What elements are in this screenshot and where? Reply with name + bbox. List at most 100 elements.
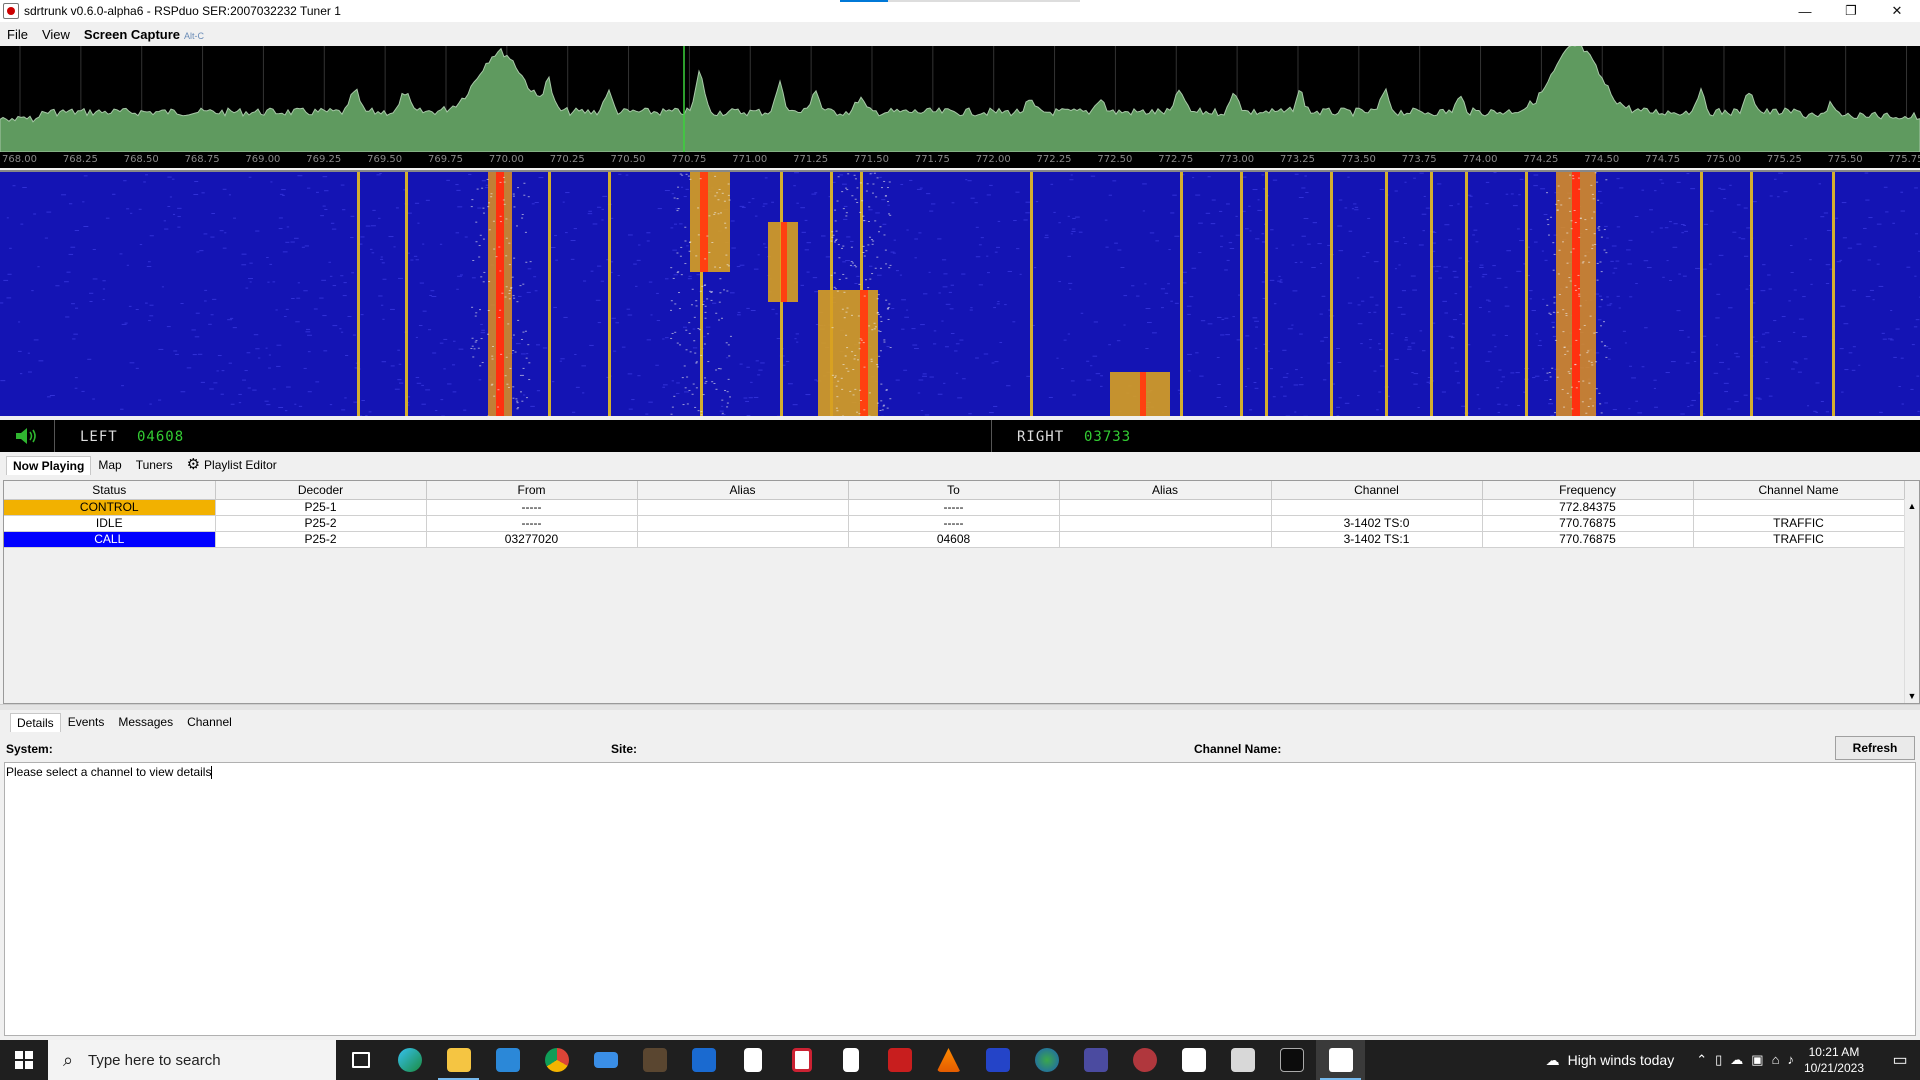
weather-text: High winds today bbox=[1567, 1052, 1675, 1068]
tab-details[interactable]: Details bbox=[10, 712, 61, 732]
volume-icon[interactable]: ♪ bbox=[1787, 1052, 1794, 1068]
audio-app-icon[interactable] bbox=[630, 1040, 679, 1080]
menu-view[interactable]: View bbox=[35, 27, 77, 42]
from-alias-cell bbox=[637, 499, 849, 516]
minimize-button[interactable]: — bbox=[1782, 0, 1828, 22]
clock[interactable]: 10:21 AM 10/21/2023 bbox=[1804, 1044, 1864, 1076]
table-row[interactable]: CONTROL P25-1 ----- ----- 772.84375 bbox=[4, 499, 1905, 516]
spectrum-display[interactable] bbox=[0, 46, 1920, 168]
tab-events[interactable]: Events bbox=[61, 712, 112, 732]
document-icon[interactable] bbox=[728, 1040, 777, 1080]
tab-map[interactable]: Map bbox=[91, 455, 128, 475]
frequency-tick-label: 770.75 bbox=[671, 154, 707, 165]
chrome-icon[interactable] bbox=[532, 1040, 581, 1080]
digital-decoder-icon[interactable] bbox=[973, 1040, 1022, 1080]
speaker-icon[interactable] bbox=[14, 427, 40, 445]
device-icon[interactable]: ▯ bbox=[1715, 1052, 1722, 1068]
audio-panel: LEFT 04608 RIGHT 03733 bbox=[0, 420, 1920, 452]
now-playing-table: Status Decoder From Alias To Alias Chann… bbox=[3, 480, 1920, 704]
tab-playlist-editor[interactable]: ⚙ Playlist Editor bbox=[180, 455, 284, 475]
waveform-app-icon[interactable] bbox=[1169, 1040, 1218, 1080]
radio-tower-icon[interactable] bbox=[777, 1040, 826, 1080]
split-pane-divider[interactable] bbox=[0, 704, 1920, 710]
table-row[interactable]: CALL P25-2 03277020 04608 3-1402 TS:1 77… bbox=[4, 531, 1905, 548]
details-text-area[interactable]: Please select a channel to view details bbox=[4, 762, 1916, 1036]
from-cell: ----- bbox=[426, 499, 638, 516]
channel-cell: 3-1402 TS:1 bbox=[1271, 531, 1483, 548]
antenna-app-icon[interactable] bbox=[1120, 1040, 1169, 1080]
menu-screen-capture[interactable]: Screen Capture Alt-C bbox=[77, 27, 211, 42]
start-button[interactable] bbox=[0, 1040, 48, 1080]
frequency-cell: 770.76875 bbox=[1482, 515, 1694, 532]
column-to-alias[interactable]: Alias bbox=[1059, 481, 1272, 500]
vlc-icon[interactable] bbox=[924, 1040, 973, 1080]
notepad-icon[interactable] bbox=[826, 1040, 875, 1080]
spectrum-plot bbox=[0, 46, 1920, 152]
scroll-down-icon[interactable]: ▼ bbox=[1905, 689, 1919, 703]
store-icon[interactable] bbox=[483, 1040, 532, 1080]
sdrtrunk-taskbar-icon[interactable] bbox=[1316, 1040, 1365, 1080]
notification-icon[interactable]: ▭ bbox=[1880, 1050, 1920, 1070]
frequency-tick-label: 770.00 bbox=[488, 154, 524, 165]
details-header: System: Site: Channel Name: Refresh bbox=[0, 736, 1920, 760]
column-from[interactable]: From bbox=[426, 481, 638, 500]
sdrtrunk-app-icon bbox=[3, 3, 19, 19]
tab-tuners[interactable]: Tuners bbox=[129, 455, 180, 475]
windows-taskbar: ⌕ Type here to search ☁ High winds today… bbox=[0, 1040, 1920, 1080]
waterfall-display[interactable] bbox=[0, 170, 1920, 416]
taskbar-search-box[interactable]: ⌕ Type here to search bbox=[48, 1040, 336, 1080]
frequency-tick-label: 770.25 bbox=[549, 154, 585, 165]
restore-button[interactable]: ❐ bbox=[1828, 0, 1874, 22]
spectrum-app-icon[interactable] bbox=[1071, 1040, 1120, 1080]
sdr-app-icon[interactable] bbox=[679, 1040, 728, 1080]
table-row[interactable]: IDLE P25-2 ----- ----- 3-1402 TS:0 770.7… bbox=[4, 515, 1905, 532]
system-tray: ☁ High winds today ⌃ ▯ ☁ ▣ ⌂ ♪ 10:21 AM … bbox=[1546, 1040, 1920, 1080]
frequency-tick-label: 772.50 bbox=[1097, 154, 1133, 165]
tab-messages[interactable]: Messages bbox=[111, 712, 180, 732]
menu-file[interactable]: File bbox=[0, 27, 35, 42]
frequency-tick-label: 771.00 bbox=[732, 154, 768, 165]
task-view-icon[interactable] bbox=[336, 1040, 385, 1080]
file-explorer-icon[interactable] bbox=[434, 1040, 483, 1080]
to-alias-cell bbox=[1059, 499, 1272, 516]
globe-icon[interactable] bbox=[1022, 1040, 1071, 1080]
weather-widget[interactable]: ☁ High winds today bbox=[1546, 1052, 1675, 1069]
security-icon[interactable]: ▣ bbox=[1751, 1052, 1763, 1068]
frequency-cell: 772.84375 bbox=[1482, 499, 1694, 516]
channel-name-cell: TRAFFIC bbox=[1693, 531, 1905, 548]
pdf-reader-icon[interactable] bbox=[875, 1040, 924, 1080]
decoder-cell: P25-2 bbox=[215, 531, 427, 548]
table-header: Status Decoder From Alias To Alias Chann… bbox=[4, 481, 1905, 500]
column-channel[interactable]: Channel bbox=[1271, 481, 1483, 500]
tab-channel[interactable]: Channel bbox=[180, 712, 239, 732]
status-cell: IDLE bbox=[4, 515, 216, 532]
edge-browser-icon[interactable] bbox=[385, 1040, 434, 1080]
chevron-up-icon[interactable]: ⌃ bbox=[1696, 1052, 1707, 1068]
channel-name-cell: TRAFFIC bbox=[1693, 515, 1905, 532]
onedrive-cloud-icon[interactable]: ☁ bbox=[1730, 1052, 1743, 1068]
refresh-button[interactable]: Refresh bbox=[1835, 736, 1915, 760]
tab-now-playing[interactable]: Now Playing bbox=[6, 455, 92, 475]
mail-icon[interactable] bbox=[581, 1040, 630, 1080]
network-icon[interactable]: ⌂ bbox=[1772, 1052, 1780, 1068]
windows-logo-icon bbox=[15, 1051, 33, 1069]
waterfall-plot bbox=[0, 172, 1920, 416]
to-cell: ----- bbox=[848, 515, 1060, 532]
terminal-output-icon[interactable] bbox=[1218, 1040, 1267, 1080]
table-scrollbar[interactable]: ▲ ▼ bbox=[1904, 499, 1919, 703]
column-from-alias[interactable]: Alias bbox=[637, 481, 849, 500]
column-frequency[interactable]: Frequency bbox=[1482, 481, 1694, 500]
command-prompt-icon[interactable] bbox=[1267, 1040, 1316, 1080]
column-channel-name[interactable]: Channel Name bbox=[1693, 481, 1905, 500]
column-to[interactable]: To bbox=[848, 481, 1060, 500]
frequency-tick-label: 769.50 bbox=[367, 154, 403, 165]
column-decoder[interactable]: Decoder bbox=[215, 481, 427, 500]
right-channel-label: RIGHT bbox=[1017, 429, 1065, 445]
close-button[interactable]: ✕ bbox=[1874, 0, 1920, 22]
column-status[interactable]: Status bbox=[4, 481, 216, 500]
frequency-tick-label: 774.75 bbox=[1645, 154, 1681, 165]
frequency-tick-label: 775.75 bbox=[1888, 154, 1920, 165]
left-channel-value: 04608 bbox=[137, 429, 185, 445]
title-progress-indicator bbox=[840, 0, 1080, 2]
scroll-up-icon[interactable]: ▲ bbox=[1905, 499, 1919, 513]
